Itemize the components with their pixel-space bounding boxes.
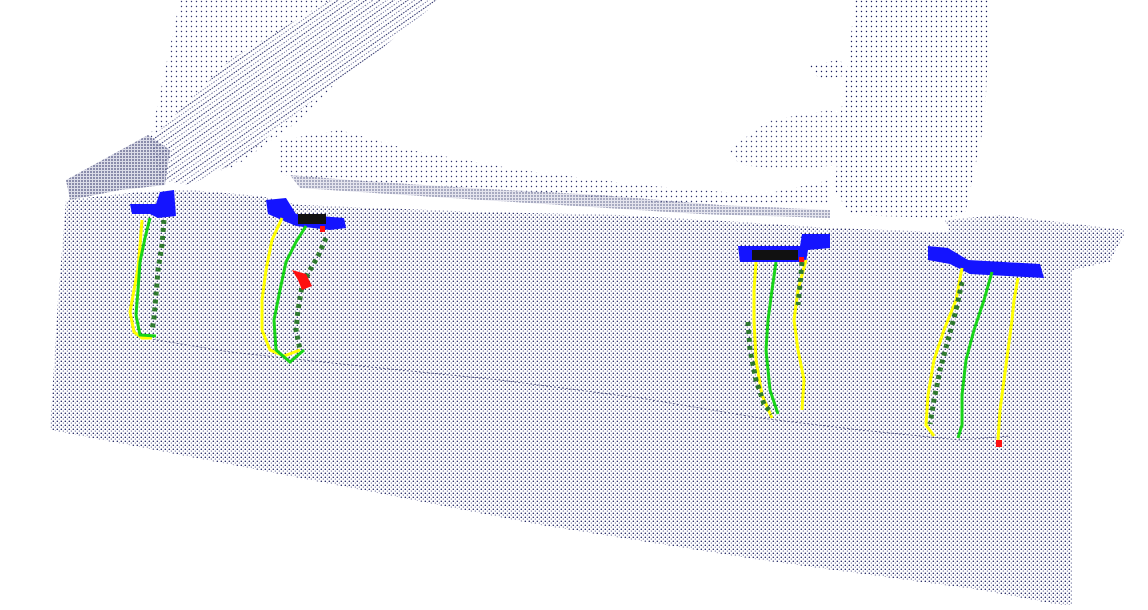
right-column	[835, 0, 990, 218]
red-marker-small	[320, 226, 325, 232]
dark-marker	[752, 250, 798, 260]
wall-left-block	[66, 135, 170, 200]
background-structures	[150, 0, 990, 218]
point-cloud-viewport[interactable]	[0, 0, 1148, 610]
red-marker-small	[996, 440, 1002, 447]
right-top-ledge	[808, 60, 850, 80]
red-marker-small	[799, 257, 804, 262]
point-cloud-scene	[40, 0, 1125, 610]
right-ledge	[728, 110, 850, 170]
dark-marker	[298, 214, 326, 224]
